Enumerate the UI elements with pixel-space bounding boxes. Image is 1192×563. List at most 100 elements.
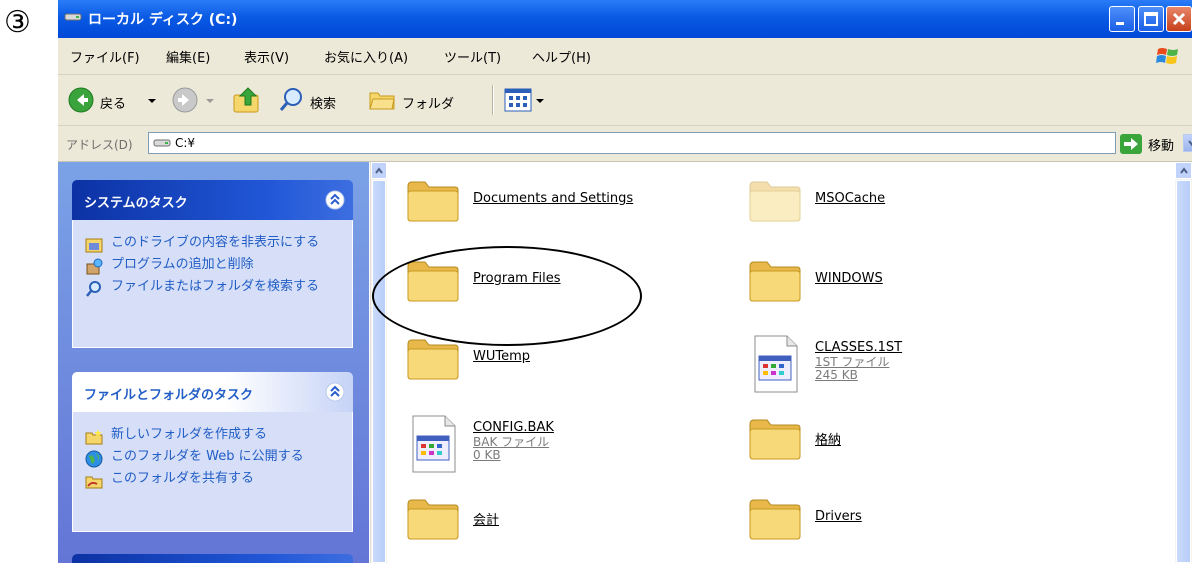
system-tasks-title: システムのタスク: [84, 196, 188, 211]
task-label: 新しいフォルダを作成する: [111, 427, 268, 442]
file-name: CLASSES.1ST: [815, 340, 903, 355]
folders-button[interactable]: フォルダ: [368, 83, 478, 117]
file-item[interactable]: CONFIG.BAK BAK ファイル 0 KB: [405, 414, 725, 478]
new-folder-icon: [85, 429, 103, 445]
file-tasks-body: 新しいフォルダを作成する このフォルダを Web に公開する このフォルダを共有…: [72, 412, 353, 532]
folder-icon: [405, 176, 461, 228]
menu-edit[interactable]: 編集(E): [166, 47, 210, 66]
back-dropdown-icon[interactable]: [148, 97, 156, 105]
maximize-icon: [1144, 12, 1158, 26]
collapse-icon[interactable]: [325, 190, 345, 210]
address-bar: アドレス(D) C:¥ 移動: [58, 126, 1192, 162]
scroll-up-button[interactable]: [371, 162, 387, 179]
folders-label: フォルダ: [402, 97, 455, 112]
folder-item[interactable]: 会計: [405, 494, 725, 558]
address-dropdown-button[interactable]: [1183, 134, 1192, 152]
forward-dropdown-icon[interactable]: [206, 97, 214, 105]
toolbar-separator: [492, 85, 494, 115]
scroll-thumb[interactable]: [1176, 180, 1191, 563]
folder-item[interactable]: WUTemp: [405, 334, 725, 398]
go-button[interactable]: 移動: [1148, 135, 1174, 154]
system-tasks-header[interactable]: システムのタスク: [72, 180, 353, 220]
document-icon: [747, 334, 803, 398]
menu-bar: ファイル(F) 編集(E) 表示(V) お気に入り(A) ツール(T) ヘルプ(…: [58, 38, 1192, 75]
file-tasks-panel: ファイルとフォルダのタスク 新しいフォルダを作成する このフォルダを Web に…: [72, 372, 353, 532]
task-label: このドライブの内容を非表示にする: [111, 235, 320, 250]
back-button[interactable]: 戻る: [68, 83, 163, 117]
chevron-up-icon: [1180, 167, 1188, 174]
file-tasks-header[interactable]: ファイルとフォルダのタスク: [72, 372, 353, 412]
file-item[interactable]: CLASSES.1ST 1ST ファイル 245 KB: [747, 334, 1067, 398]
publish-web-icon: [85, 450, 103, 468]
forward-button[interactable]: [172, 83, 222, 117]
task-label: このフォルダを Web に公開する: [111, 449, 304, 464]
maximize-button[interactable]: [1138, 6, 1164, 32]
views-icon: [504, 88, 532, 112]
file-size: 245 KB: [815, 368, 858, 382]
file-name: 格納: [815, 433, 842, 448]
chevron-up-icon: [375, 167, 383, 174]
add-remove-programs-icon: [86, 258, 103, 275]
back-arrow-icon: [68, 87, 94, 113]
minimize-button[interactable]: [1109, 6, 1135, 32]
folder-item[interactable]: Documents and Settings: [405, 176, 725, 240]
views-button[interactable]: [504, 83, 554, 117]
file-name: WINDOWS: [815, 271, 883, 286]
folder-icon: [747, 414, 803, 466]
folder-item[interactable]: WINDOWS: [747, 256, 1067, 320]
forward-arrow-icon: [172, 87, 198, 113]
search-button[interactable]: 検索: [278, 83, 368, 117]
collapse-icon[interactable]: [325, 382, 345, 402]
folder-item[interactable]: Program Files: [405, 256, 725, 320]
menu-view[interactable]: 表示(V): [244, 47, 289, 66]
address-input[interactable]: C:¥: [148, 132, 1192, 154]
go-arrow-icon[interactable]: [1120, 134, 1142, 154]
task-add-remove-programs[interactable]: プログラムの追加と削除: [73, 254, 352, 276]
title-bar[interactable]: ローカル ディスク (C:): [58, 0, 1192, 38]
file-list-scrollbar[interactable]: [1175, 162, 1192, 563]
folder-item[interactable]: Drivers: [747, 494, 1067, 558]
details-header[interactable]: [72, 554, 353, 563]
file-name: CONFIG.BAK: [473, 420, 554, 435]
file-list: Documents and Settings MSOCache Program Fi…: [387, 162, 1192, 563]
menu-help[interactable]: ヘルプ(H): [532, 47, 591, 66]
search-label: 検索: [310, 97, 337, 112]
document-icon: [405, 414, 461, 478]
system-tasks-body: このドライブの内容を非表示にする プログラムの追加と削除 ファイルまたはフォルダ…: [72, 220, 353, 348]
folder-icon: [405, 494, 461, 546]
task-share-folder[interactable]: このフォルダを共有する: [73, 468, 352, 490]
task-label: プログラムの追加と削除: [111, 257, 254, 272]
task-label: ファイルまたはフォルダを検索する: [111, 279, 320, 294]
scroll-up-button[interactable]: [1175, 162, 1192, 179]
menu-tools[interactable]: ツール(T): [444, 47, 501, 66]
drive-icon: [64, 13, 82, 21]
chevron-down-icon: [1188, 140, 1192, 147]
file-name: Program Files: [473, 271, 561, 286]
hide-contents-icon: [85, 238, 103, 253]
task-pane-scrollbar[interactable]: [370, 162, 387, 563]
file-name: 会計: [473, 513, 500, 528]
task-pane: システムのタスク このドライブの内容を非表示にする プログラムの追加と削除 ファ…: [58, 162, 369, 563]
folder-item[interactable]: MSOCache: [747, 176, 1067, 240]
explorer-window: ローカル ディスク (C:) ファイル(F) 編集(E) 表示(V) お気に入り…: [58, 0, 1192, 563]
file-tasks-title: ファイルとフォルダのタスク: [84, 388, 254, 403]
menu-file[interactable]: ファイル(F): [70, 47, 140, 66]
views-dropdown-icon[interactable]: [536, 97, 544, 105]
folder-item[interactable]: 格納: [747, 414, 1067, 478]
up-folder-button[interactable]: [230, 83, 264, 117]
close-icon: [1172, 12, 1186, 26]
scroll-thumb[interactable]: [372, 180, 386, 563]
task-search-files[interactable]: ファイルまたはフォルダを検索する: [73, 276, 352, 298]
folders-icon: [369, 92, 395, 110]
step-marker: ③: [4, 5, 31, 40]
task-hide-contents[interactable]: このドライブの内容を非表示にする: [73, 232, 352, 254]
close-button[interactable]: [1166, 6, 1192, 32]
window-title: ローカル ディスク (C:): [88, 12, 238, 28]
up-folder-icon: [233, 87, 259, 113]
windows-logo-icon: [1156, 48, 1178, 64]
folder-icon: [405, 334, 461, 386]
menu-favorites[interactable]: お気に入り(A): [324, 47, 408, 66]
task-publish-web[interactable]: このフォルダを Web に公開する: [73, 446, 352, 468]
task-new-folder[interactable]: 新しいフォルダを作成する: [73, 424, 352, 446]
folder-icon: [747, 494, 803, 546]
